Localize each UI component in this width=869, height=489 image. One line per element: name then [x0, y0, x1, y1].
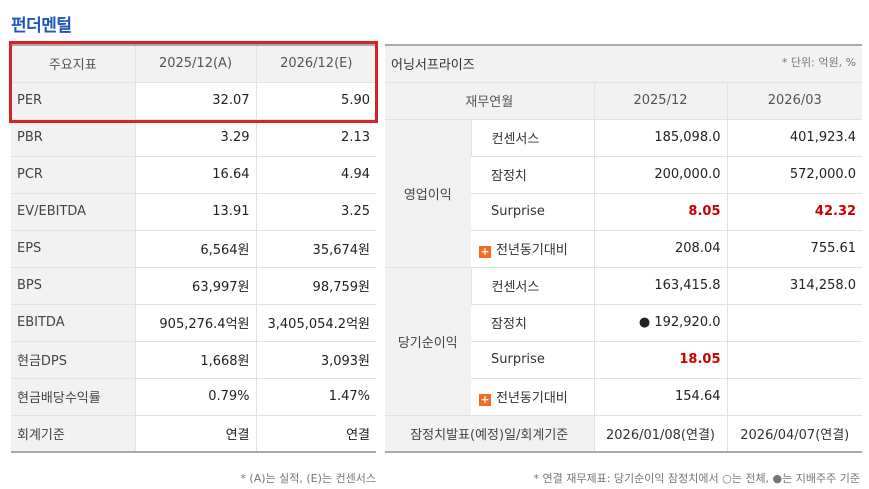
- value-2025: 905,276.4억원: [134, 304, 256, 342]
- expand-plus-icon[interactable]: +: [479, 394, 491, 406]
- header-2025-12: 2025/12: [593, 82, 727, 120]
- row-item: 컨센서스: [470, 119, 594, 157]
- value-2025: 32.07: [134, 82, 256, 120]
- value-2026-03: 401,923.4: [726, 119, 863, 157]
- value-2025-12: 185,098.0: [593, 119, 727, 157]
- value-2026: 98,759원: [255, 267, 376, 305]
- header-2026: 2026/12(E): [255, 45, 376, 83]
- footer-row: 잠정치발표(예정)일/회계기준 2026/01/08(연결) 2026/04/0…: [385, 415, 863, 453]
- row-item: Surprise: [471, 341, 594, 379]
- earnings-title: 어닝서프라이즈: [391, 58, 475, 74]
- row-item: 컨센서스: [470, 267, 594, 305]
- announce-date-2025-12: 2026/01/08(연결): [593, 415, 727, 453]
- table-row: 당기순이익 컨센서스 163,415.8 314,258.0: [385, 267, 863, 416]
- value-2026: 35,674원: [255, 230, 376, 268]
- key-indicators-table: 주요지표 2025/12(A) 2026/12(E) PER 32.07 5.90 …: [11, 44, 376, 453]
- surprise-2026-03: 42.32: [726, 193, 863, 231]
- row-label: EBITDA: [11, 304, 135, 342]
- table-row: 현금DPS 1,668원 3,093원: [11, 341, 376, 379]
- value-2026: 3.25: [255, 193, 376, 231]
- value-2025: 63,997원: [134, 267, 256, 305]
- value-2026: 3,405,054.2억원: [255, 304, 376, 342]
- value-2025: 연결: [134, 415, 256, 453]
- row-label: PBR: [11, 119, 135, 157]
- value-2025-12: 163,415.8: [593, 267, 727, 305]
- row-label: 현금배당수익률: [11, 378, 135, 416]
- table-header-row: 주요지표 2025/12(A) 2026/12(E): [11, 45, 376, 83]
- value-2025: 6,564원: [134, 230, 256, 268]
- footnote-left: * (A)는 실적, (E)는 컨센서스: [240, 472, 376, 485]
- row-item: 잠정치: [471, 304, 594, 342]
- value-2025-12: ● 192,920.0: [593, 304, 727, 342]
- header-2025: 2025/12(A): [134, 45, 256, 83]
- announce-date-2026-03: 2026/04/07(연결): [726, 415, 863, 453]
- value-2026: 2.13: [255, 119, 376, 157]
- footnote-right: * 연결 재무제표: 당기순이익 잠정치에서 ○는 전체, ●는 지배주주 기준: [533, 472, 861, 485]
- announce-date-label: 잠정치발표(예정)일/회계기준: [385, 415, 594, 453]
- value-2025: 13.91: [134, 193, 256, 231]
- group-operating-profit: 영업이익: [385, 119, 471, 268]
- earnings-title-cell: 어닝서프라이즈 * 단위: 억원, %: [385, 45, 863, 83]
- value-2025: 16.64: [134, 156, 256, 194]
- header-2026-03: 2026/03: [726, 82, 863, 120]
- surprise-2025-12: 18.05: [593, 341, 727, 379]
- table-row: EV/EBITDA 13.91 3.25: [11, 193, 376, 231]
- value-2025-12: 200,000.0: [593, 156, 727, 194]
- value-2025: 3.29: [134, 119, 256, 157]
- value-2025-12: 208.04: [593, 230, 727, 268]
- value-2026-03: [726, 304, 863, 342]
- value-2026-03: 572,000.0: [726, 156, 863, 194]
- row-label: 현금DPS: [11, 341, 135, 379]
- row-label: PCR: [11, 156, 135, 194]
- table-row: EBITDA 905,276.4억원 3,405,054.2억원: [11, 304, 376, 342]
- value-2025: 1,668원: [134, 341, 256, 379]
- earnings-surprise-table: 어닝서프라이즈 * 단위: 억원, % 재무연월 2025/12 2026/03…: [385, 44, 863, 453]
- table-row: PCR 16.64 4.94: [11, 156, 376, 194]
- earnings-title-row: 어닝서프라이즈 * 단위: 억원, %: [385, 45, 863, 83]
- value-2026: 5.90: [255, 82, 376, 120]
- row-item-label: 전년동기대비: [496, 391, 568, 406]
- value-2026: 4.94: [255, 156, 376, 194]
- table-row: PBR 3.29 2.13: [11, 119, 376, 157]
- surprise-2026-03: [726, 341, 863, 379]
- value-2026-03: [726, 378, 863, 416]
- row-item-label: 전년동기대비: [496, 243, 568, 258]
- value-2025: 0.79%: [134, 378, 256, 416]
- value-2026: 1.47%: [255, 378, 376, 416]
- section-title: 펀더멘털: [11, 16, 72, 36]
- row-label: EPS: [11, 230, 135, 268]
- row-label: BPS: [11, 267, 135, 305]
- table-row: EPS 6,564원 35,674원: [11, 230, 376, 268]
- table-row: 회계기준 연결 연결: [11, 415, 376, 453]
- table-row: BPS 63,997원 98,759원: [11, 267, 376, 305]
- value-2025-12: 154.64: [593, 378, 727, 416]
- row-label: 회계기준: [11, 415, 135, 453]
- value-2026-03: 755.61: [726, 230, 863, 268]
- value-2026-03: 314,258.0: [726, 267, 863, 305]
- sub-header-row: 재무연월 2025/12 2026/03: [385, 82, 863, 120]
- row-label: PER: [11, 82, 135, 120]
- row-item-yoy[interactable]: + 전년동기대비: [471, 230, 594, 268]
- row-item-yoy[interactable]: + 전년동기대비: [471, 378, 594, 416]
- value-2026: 연결: [255, 415, 376, 453]
- unit-note: * 단위: 억원, %: [781, 56, 857, 70]
- row-item: 잠정치: [471, 156, 594, 194]
- table-row: 영업이익 컨센서스 185,098.0 401,923.4: [385, 119, 863, 268]
- surprise-2025-12: 8.05: [593, 193, 727, 231]
- table-row: 현금배당수익률 0.79% 1.47%: [11, 378, 376, 416]
- header-period: 재무연월: [385, 82, 594, 120]
- row-label: EV/EBITDA: [11, 193, 135, 231]
- expand-plus-icon[interactable]: +: [479, 246, 491, 258]
- value-2026: 3,093원: [255, 341, 376, 379]
- header-indicator: 주요지표: [11, 45, 135, 83]
- group-net-income: 당기순이익: [385, 267, 471, 416]
- row-item: Surprise: [471, 193, 594, 231]
- table-row: PER 32.07 5.90: [11, 82, 376, 120]
